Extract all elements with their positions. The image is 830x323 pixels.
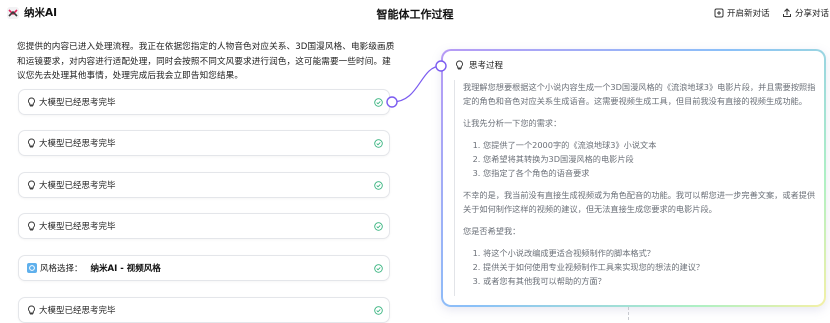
thinking-content: 我理解您想要根据这个小说内容生成一个3D国漫风格的《流浪地球3》电影片段，并且需… (454, 80, 823, 296)
bulb-icon (28, 221, 35, 231)
check-circle-icon (374, 181, 383, 190)
list-item: 或者您有其他我可以帮助的方面？ (483, 274, 823, 288)
style-selection-value: 纳米AI - 视频风格 (90, 264, 161, 274)
thinking-header[interactable]: 思考过程 (455, 59, 503, 71)
bulb-icon (28, 97, 35, 107)
style-selection-label: 风格选择： (40, 264, 83, 274)
list-item: 提供关于如何使用专业视频制作工具来实现您的想法的建议？ (483, 260, 823, 274)
top-bar: 纳米AI 智能体工作过程 开启新对话 分享对话 (0, 0, 830, 26)
options-list: 将这个小说改编成更适合视频制作的脚本格式？ 提供关于如何使用专业视频制作工具来实… (463, 246, 823, 288)
list-item: 将这个小说改编成更适合视频制作的脚本格式？ (483, 246, 823, 260)
step-label: 大模型已经思考完毕 (39, 139, 116, 149)
step-card[interactable]: 大模型已经思考完毕 (18, 130, 390, 156)
requirements-list: 您提供了一个2000字的《流浪地球3》小说文本 您希望将其转换为3D国漫风格的电… (463, 138, 823, 180)
list-item: 您希望将其转换为3D国漫风格的电影片段 (483, 152, 823, 166)
step-label: 大模型已经思考完毕 (39, 306, 116, 316)
check-circle-icon (374, 264, 383, 273)
list-item: 您提供了一个2000字的《流浪地球3》小说文本 (483, 138, 823, 152)
new-chat-button[interactable]: 开启新对话 (714, 7, 770, 19)
app-logo[interactable]: 纳米AI (6, 5, 57, 20)
thinking-paragraph: 不幸的是，我当前没有直接生成视频或为角色配音的功能。我可以帮您进一步完善文案，或… (463, 190, 816, 214)
check-circle-icon (374, 222, 383, 231)
thinking-paragraph: 您是否希望我： (463, 226, 521, 236)
list-item: 您指定了各个角色的语音要求 (483, 166, 823, 180)
check-circle-icon (374, 139, 383, 148)
bulb-icon (456, 60, 463, 70)
new-chat-label: 开启新对话 (727, 9, 770, 19)
thinking-paragraph: 让我先分析一下您的需求： (463, 118, 562, 128)
bulb-icon (28, 180, 35, 190)
share-label: 分享对话 (795, 9, 830, 19)
step-card[interactable]: 大模型已经思考完毕 (18, 297, 390, 323)
bulb-icon (28, 305, 35, 315)
thinking-paragraph: 我理解您想要根据这个小说内容生成一个3D国漫风格的《流浪地球3》电影片段，并且需… (463, 82, 816, 106)
page-title: 智能体工作过程 (376, 8, 454, 21)
share-icon (783, 8, 791, 17)
style-selection-card[interactable]: 风格选择： 纳米AI - 视频风格 (18, 255, 390, 281)
style-icon (27, 263, 37, 273)
timeline-dashes (628, 307, 630, 320)
step-label: 大模型已经思考完毕 (39, 222, 116, 232)
new-chat-icon (714, 8, 724, 18)
step-label: 大模型已经思考完毕 (39, 181, 116, 191)
check-circle-icon (374, 306, 383, 315)
step-card[interactable]: 大模型已经思考完毕 (18, 172, 390, 198)
bulb-icon (28, 138, 35, 148)
thinking-title: 思考过程 (469, 61, 504, 71)
share-button[interactable]: 分享对话 (782, 7, 829, 19)
thinking-panel: 思考过程 我理解您想要根据这个小说内容生成一个3D国漫风格的《流浪地球3》电影片… (441, 49, 826, 307)
app-name: 纳米AI (24, 7, 58, 19)
intro-message: 您提供的内容已进入处理流程。我正在依据您指定的人物音色对应关系、3D国漫风格、电… (17, 42, 395, 81)
check-circle-icon (374, 98, 383, 107)
step-label: 大模型已经思考完毕 (39, 98, 116, 108)
step-card[interactable]: 大模型已经思考完毕 (18, 213, 390, 239)
step-card[interactable]: 大模型已经思考完毕 (18, 89, 390, 115)
logo-icon (7, 6, 19, 19)
